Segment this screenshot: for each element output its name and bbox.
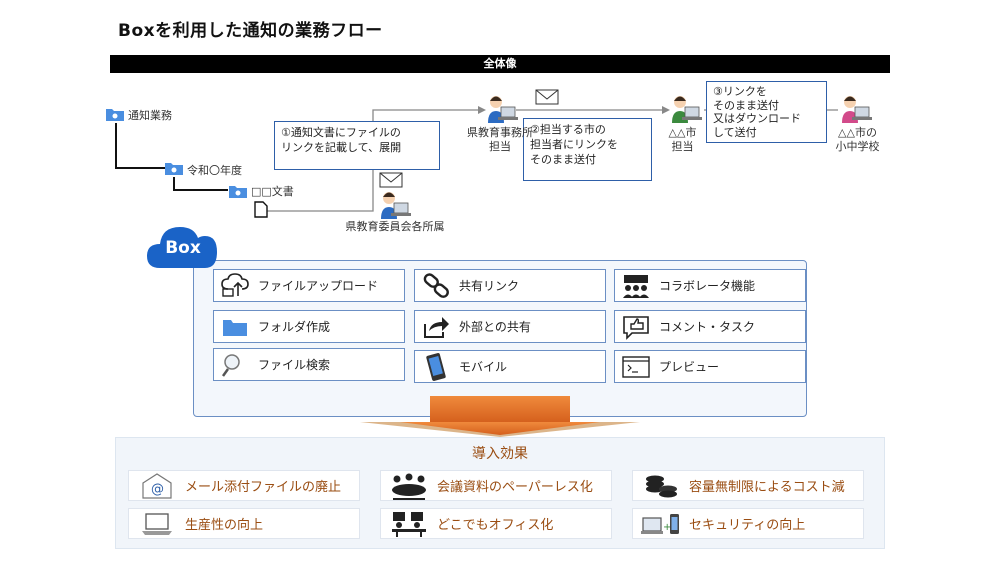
feature-shared-link[interactable]: 共有リンク [414,269,606,302]
remote-office-icon [387,509,431,538]
effect-label: メール添付ファイルの廃止 [185,480,342,495]
meeting-icon [387,471,431,500]
effect-security: + セキュリティの向上 [632,508,864,539]
feature-mobile[interactable]: モバイル [414,350,606,383]
feature-collaborators[interactable]: コラボレータ機能 [614,269,806,302]
effect-no-email-attachments: @ メール添付ファイルの廃止 [128,470,360,501]
search-icon [218,350,252,379]
callout-step1: ①通知文書にファイルの リンクを記載して、展開 [274,121,440,170]
person-at-laptop-icon [488,96,518,123]
person-label-city: △△市 担当 [645,126,720,154]
folder-doc[interactable] [228,183,248,203]
folder-root[interactable] [105,106,125,126]
feature-create-folder[interactable]: フォルダ作成 [213,310,405,343]
feature-file-search[interactable]: ファイル検索 [213,348,405,381]
thumbs-up-comment-icon [619,312,653,341]
feature-label: ファイルアップロード [258,279,379,293]
person-label-line: △△市の [838,126,877,139]
security-devices-icon: + [639,509,683,538]
effect-label: 生産性の向上 [185,518,264,533]
feature-file-upload[interactable]: ファイルアップロード [213,269,405,302]
person-label-schools: △△市の 小中学校 [820,126,895,154]
folder-icon [106,109,124,121]
box-logo-text: Box [165,238,201,258]
svg-text:@: @ [151,482,164,497]
cloud-upload-icon [218,271,252,300]
callout-step3-line: そのまま送付 [713,98,779,112]
folder-year[interactable] [164,160,184,180]
mobile-icon [419,352,453,381]
effects-title: 導入効果 [472,446,528,462]
feature-label: モバイル [459,360,508,374]
person-label-line: 小中学校 [835,140,880,153]
folder-year-label: 令和〇年度 [187,164,242,177]
effect-label: セキュリティの向上 [689,518,806,533]
feature-label: フォルダ作成 [258,320,331,334]
folder-icon [229,186,247,198]
person-label-board: 県教育委員会各所属 [345,220,445,233]
share-icon [419,312,453,341]
link-icon [419,271,453,300]
person-label-line: 担当 [489,140,511,153]
feature-comment-task[interactable]: コメント・タスク [614,310,806,343]
preview-window-icon [619,352,653,381]
email-icon: @ [135,471,179,500]
feature-label: ファイル検索 [258,358,331,372]
effect-paperless-meetings: 会議資料のペーパーレス化 [380,470,612,501]
effect-cost-reduction: 容量無制限によるコスト減 [632,470,864,501]
folder-icon [165,163,183,175]
person-at-laptop-icon [842,96,872,123]
collaborators-icon [619,271,653,300]
document-icon[interactable] [254,201,268,222]
callout-step3-line: ③リンクを [713,85,767,98]
callout-step3-line: 又はダウンロード [713,112,801,125]
person-at-laptop-icon [672,96,702,123]
effect-label: どこでもオフィス化 [437,518,554,533]
person-label-line: 担当 [671,140,694,153]
person-label-line: 県教育事務所 [467,126,533,139]
folder-root-label: 通知業務 [128,109,172,122]
callout-step3-line: して送付 [713,125,757,139]
envelope-icon [379,172,403,188]
effect-label: 容量無制限によるコスト減 [689,480,845,495]
feature-label: コラボレータ機能 [659,279,756,293]
feature-label: 共有リンク [459,279,520,293]
callout-step3: ③リンクを そのまま送付 又はダウンロード して送付 [706,81,827,143]
person-label-pref-office: 県教育事務所 担当 [445,126,555,154]
effect-label: 会議資料のペーパーレス化 [437,480,593,495]
feature-label: プレビュー [659,360,720,374]
folder-icon [218,312,252,341]
callout-step1-line: リンクを記載して、展開 [281,141,402,154]
feature-preview[interactable]: プレビュー [614,350,806,383]
callout-step1-line: ①通知文書にファイルの [281,126,401,139]
envelope-icon [535,89,559,105]
person-at-laptop-icon [381,192,411,219]
folder-doc-label: □□文書 [251,185,294,198]
callout-step2-line: そのまま送付 [530,153,596,166]
effect-work-anywhere: どこでもオフィス化 [380,508,612,539]
feature-external-share[interactable]: 外部との共有 [414,310,606,343]
person-label-line: △△市 [668,126,697,139]
effect-productivity: 生産性の向上 [128,508,360,539]
laptop-icon [135,509,179,538]
feature-label: コメント・タスク [659,320,756,334]
down-arrow [360,396,640,437]
feature-label: 外部との共有 [459,320,531,334]
coins-icon [639,471,683,500]
